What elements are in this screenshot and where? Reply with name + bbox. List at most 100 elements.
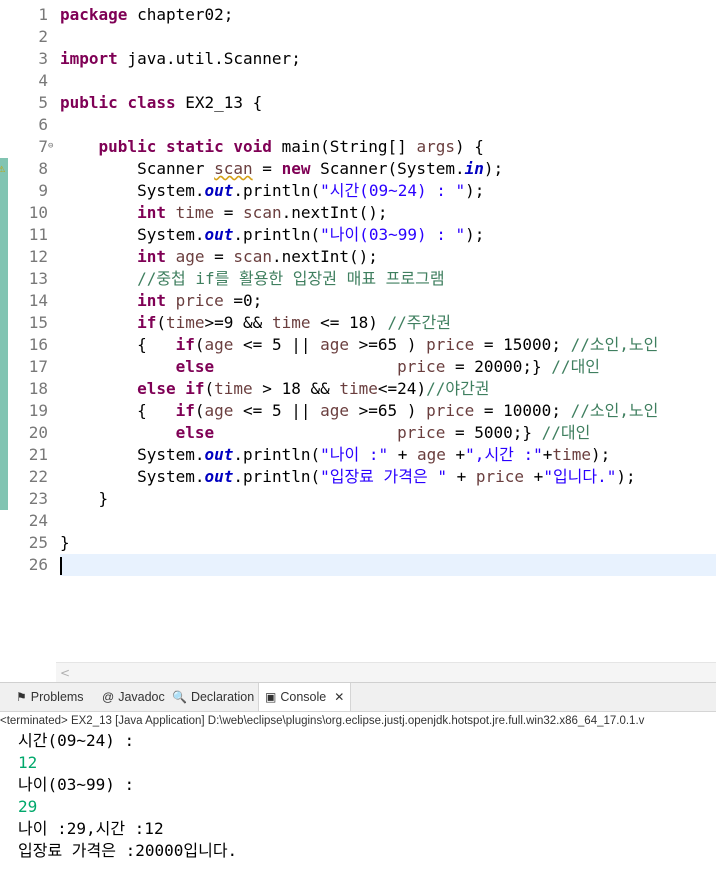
line-number: 1	[38, 5, 48, 24]
code-line[interactable]: 18 else if(time > 18 && time<=24)//야간권	[0, 378, 716, 400]
line-number: 17	[28, 357, 48, 376]
code-text: System.out.println("나이(03~99) : ");	[60, 225, 485, 244]
code-text: else price = 5000;} //대인	[175, 423, 591, 442]
console-output-line: 나이(03~99) :	[18, 775, 135, 794]
line-number: 26	[28, 555, 48, 574]
code-text: public class EX2_13 {	[60, 93, 263, 112]
code-line[interactable]: 11 System.out.println("나이(03~99) : ");	[0, 224, 716, 246]
declaration-icon: 🔍	[172, 690, 187, 704]
code-line[interactable]: 6	[38, 114, 716, 136]
code-line[interactable]: 21 System.out.println("나이 :" + age +",시간…	[0, 444, 716, 466]
line-number: 6	[38, 115, 48, 134]
code-text: int time = scan.nextInt();	[137, 203, 388, 222]
tab-label: Console	[280, 690, 327, 704]
code-line[interactable]: 15 if(time>=9 && time <= 18) //주간권	[0, 312, 716, 334]
line-number: 25	[28, 533, 48, 552]
code-line[interactable]: 26	[29, 554, 716, 576]
code-line[interactable]: 10 int time = scan.nextInt();	[0, 202, 716, 224]
line-number: 11	[28, 225, 48, 244]
text-cursor	[60, 556, 62, 575]
tab-label: Declaration	[190, 690, 255, 704]
code-line[interactable]: 23 }	[0, 488, 716, 510]
code-text: else if(time > 18 && time<=24)//야간권	[137, 379, 490, 398]
line-number: 14	[28, 291, 48, 310]
tab-declaration[interactable]: 🔍 Declaration	[172, 683, 254, 711]
code-text: import java.util.Scanner;	[60, 49, 301, 68]
line-number: 10	[28, 203, 48, 222]
code-text: System.out.println("입장료 가격은 " + price +"…	[60, 467, 636, 486]
tab-problems[interactable]: ⚑ Problems	[16, 683, 84, 711]
line-number: 20	[28, 423, 48, 442]
line-number: 24	[28, 511, 48, 530]
line-number: 15	[28, 313, 48, 332]
code-area[interactable]: 1 package chapter02; 2 3 import java.util.Sc…	[0, 4, 716, 576]
code-line[interactable]: 12 int age = scan.nextInt();	[0, 246, 716, 268]
problems-icon: ⚑	[16, 690, 27, 704]
code-line[interactable]: 3 import java.util.Scanner;	[38, 48, 716, 70]
line-number: 13	[28, 269, 48, 288]
code-line[interactable]: 24	[29, 510, 716, 532]
code-line[interactable]: 7 ⊖ public static void main(String[] args…	[38, 136, 716, 158]
line-number: 2	[38, 27, 48, 46]
line-number: 7	[38, 137, 48, 156]
code-text: Scanner scan = new Scanner(System.in);	[60, 159, 504, 178]
console-icon: ▣	[265, 690, 277, 704]
line-number: 16	[28, 335, 48, 354]
line-number: 21	[28, 445, 48, 464]
line-number: 8	[38, 159, 48, 178]
line-number: 3	[38, 49, 48, 68]
code-text: public static void main(String[] args) {	[98, 137, 484, 156]
code-text	[60, 554, 62, 576]
code-text: int price =0;	[137, 291, 263, 310]
code-line[interactable]: 20 else price = 5000;} //대인	[0, 422, 716, 444]
line-number: 23	[28, 489, 48, 508]
line-number: 18	[28, 379, 48, 398]
console-input-line: 29	[18, 797, 38, 816]
console-panel: ⚑ Problems @ Javadoc 🔍 Declaration ▣ Console ✕ <…	[0, 682, 716, 896]
console-status: <terminated> EX2_13 [Java Application] D…	[0, 715, 645, 727]
line-number: 22	[28, 467, 48, 486]
panel-tabs: ⚑ Problems @ Javadoc 🔍 Declaration ▣ Console ✕	[0, 683, 716, 712]
console-output-line: 입장료 가격은 :20000입니다.	[18, 841, 238, 860]
tab-label: Problems	[30, 690, 84, 704]
code-text: else price = 20000;} //대인	[175, 357, 601, 376]
code-editor[interactable]: 1 package chapter02; 2 3 import java.util.Sc…	[0, 0, 716, 682]
code-line[interactable]: 22 System.out.println("입장료 가격은 " + price…	[0, 466, 716, 488]
console-input-line: 12	[18, 753, 38, 772]
line-number: 4	[38, 71, 48, 90]
scroll-left-icon[interactable]: <	[60, 663, 70, 682]
code-text: if(time>=9 && time <= 18) //주간권	[137, 313, 451, 332]
code-line[interactable]: 4	[38, 70, 716, 92]
code-line[interactable]: 5 public class EX2_13 {	[38, 92, 716, 114]
code-line[interactable]: 9 System.out.println("시간(09~24) : ");	[0, 180, 716, 202]
code-text: System.out.println("시간(09~24) : ");	[60, 181, 485, 200]
code-text: }	[60, 533, 70, 552]
horizontal-scrollbar[interactable]: <	[56, 662, 716, 682]
code-line[interactable]: 1 package chapter02;	[38, 4, 716, 26]
fold-collapse-icon[interactable]: ⊖	[48, 142, 53, 151]
code-line[interactable]: 19 { if(age <= 5 || age >=65 ) price = 1…	[0, 400, 716, 422]
code-text: int age = scan.nextInt();	[137, 247, 378, 266]
code-line[interactable]: ⚠ 8 Scanner scan = new Scanner(System.in)…	[0, 158, 716, 180]
code-text: System.out.println("나이 :" + age +",시간 :"…	[60, 445, 611, 464]
tab-label: Javadoc	[118, 690, 165, 704]
code-text: { if(age <= 5 || age >=65 ) price = 1000…	[60, 401, 659, 420]
line-number: 19	[28, 401, 48, 420]
line-number: 9	[38, 181, 48, 200]
code-line[interactable]: 25}	[29, 532, 716, 554]
code-line[interactable]: 13 //중첩 if를 활용한 입장권 매표 프로그램	[0, 268, 716, 290]
code-line[interactable]: 14 int price =0;	[0, 290, 716, 312]
code-text: }	[60, 489, 109, 508]
console-output-line: 시간(09~24) :	[18, 731, 135, 750]
line-number: 12	[28, 247, 48, 266]
code-line[interactable]: 17 else price = 20000;} //대인	[0, 356, 716, 378]
code-line[interactable]: 2	[38, 26, 716, 48]
console-output-line: 나이 :29,시간 :12	[18, 819, 164, 838]
console-output[interactable]: 시간(09~24) : 12 나이(03~99) : 29 나이 :29,시간 :12 입…	[18, 730, 237, 862]
tab-javadoc[interactable]: @ Javadoc	[102, 683, 165, 711]
tab-console[interactable]: ▣ Console ✕	[258, 683, 352, 711]
code-line[interactable]: 16 { if(age <= 5 || age >=65 ) price = 1…	[0, 334, 716, 356]
close-icon[interactable]: ✕	[334, 683, 344, 711]
javadoc-icon: @	[102, 690, 115, 704]
line-number: 5	[38, 93, 48, 112]
